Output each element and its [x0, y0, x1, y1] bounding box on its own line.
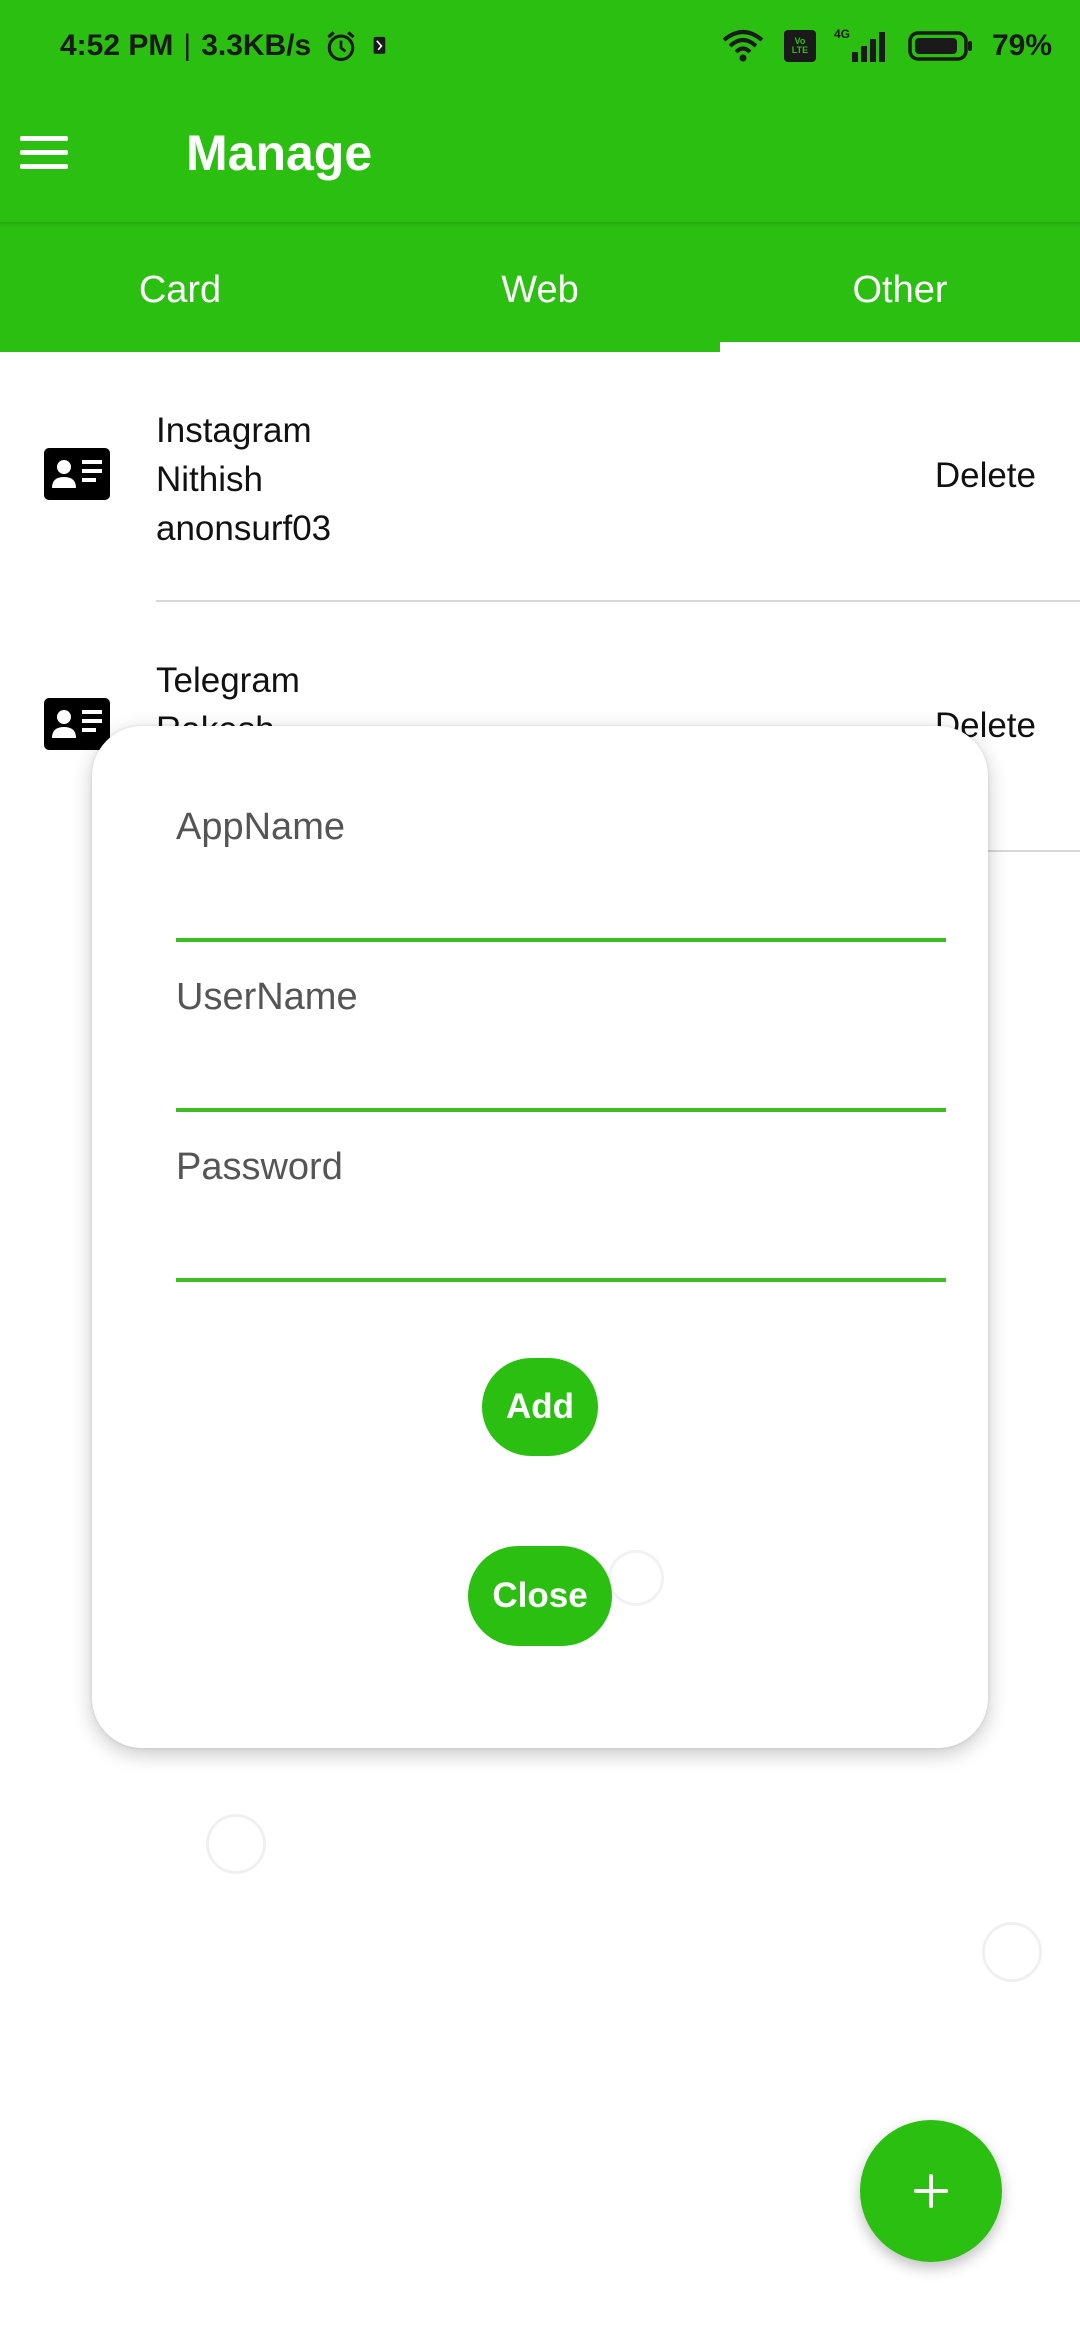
add-entry-dialog: AppName UserName Password Add Close: [92, 726, 988, 1748]
add-entry-fab[interactable]: [860, 2120, 1002, 2262]
ripple-decoration: [206, 1814, 266, 1874]
entry-app-name: Telegram: [156, 661, 300, 700]
status-time: 4:52 PM: [60, 29, 174, 62]
signal-4g-icon: 4G: [834, 28, 890, 64]
entry-username: Nithish: [156, 460, 263, 499]
username-field: UserName: [176, 976, 946, 1112]
signal-bars-icon: [851, 32, 885, 62]
username-input[interactable]: [176, 1042, 946, 1112]
tab-bar: Card Web Other: [0, 228, 1080, 352]
id-card-icon: [44, 448, 110, 500]
app-bar: Manage: [0, 96, 1080, 222]
status-left: 4:52 PM | 3.3KB/s: [60, 28, 397, 64]
close-button[interactable]: Close: [468, 1546, 612, 1646]
status-net-speed: 3.3KB/s: [201, 29, 312, 62]
battery-percent: 79%: [991, 29, 1052, 62]
password-label: Password: [176, 1146, 343, 1188]
status-separator: |: [183, 29, 192, 62]
entry-app-name: Instagram: [156, 411, 312, 450]
add-button[interactable]: Add: [482, 1358, 598, 1456]
password-input[interactable]: [176, 1212, 946, 1282]
page-title: Manage: [186, 125, 373, 181]
entry-password: anonsurf03: [156, 509, 332, 548]
alarm-icon: [327, 31, 355, 62]
wifi-icon: [722, 30, 764, 62]
notification-icon: [373, 36, 386, 54]
appname-label: AppName: [176, 806, 345, 848]
tab-other[interactable]: Other: [720, 228, 1080, 352]
entry-details: Instagram Nithish anonsurf03: [156, 406, 331, 553]
tab-web[interactable]: Web: [360, 228, 720, 352]
list-item[interactable]: Instagram Nithish anonsurf03 Delete: [0, 352, 1080, 602]
status-bar: 4:52 PM | 3.3KB/s Vo LTE 4G 79%: [0, 0, 1080, 96]
tab-card[interactable]: Card: [0, 228, 360, 352]
status-right: Vo LTE 4G 79%: [720, 28, 1052, 64]
plus-icon: [914, 2174, 948, 2208]
ripple-decoration: [608, 1550, 664, 1606]
appname-input[interactable]: [176, 872, 946, 942]
appname-field: AppName: [176, 806, 946, 942]
id-card-icon: [44, 698, 110, 750]
ripple-decoration: [982, 1922, 1042, 1982]
delete-button[interactable]: Delete: [935, 456, 1036, 496]
hamburger-menu-icon[interactable]: [14, 122, 74, 182]
username-label: UserName: [176, 976, 358, 1018]
battery-icon: [908, 31, 972, 61]
password-field: Password: [176, 1146, 946, 1282]
volte-icon: Vo LTE: [783, 30, 816, 62]
top-app-area: 4:52 PM | 3.3KB/s Vo LTE 4G 79% Manage C…: [0, 0, 1080, 352]
